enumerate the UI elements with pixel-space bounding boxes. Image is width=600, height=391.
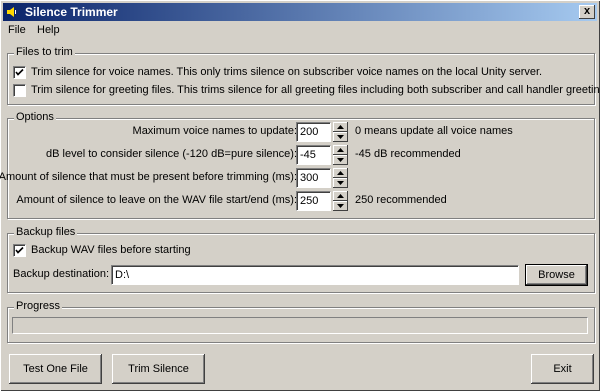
test-one-file-label: Test One File (23, 363, 88, 375)
max-voice-names-spinner[interactable] (333, 122, 348, 142)
spin-down-button[interactable] (333, 132, 348, 142)
arrow-up-icon (337, 125, 344, 129)
silence-trimmer-window: Silence Trimmer x File Help Files to tri… (0, 0, 600, 391)
test-one-file-button[interactable]: Test One File (9, 354, 102, 384)
max-voice-names-label: Maximum voice names to update: (132, 125, 297, 137)
arrow-down-icon (337, 135, 344, 139)
title-bar[interactable]: Silence Trimmer x (3, 3, 597, 21)
backup-files-group: Backup files Backup WAV files before sta… (7, 226, 595, 293)
silence-leave-hint: 250 recommended (355, 194, 447, 206)
voice-names-label[interactable]: Trim silence for voice names. This only … (31, 66, 542, 78)
arrow-up-icon (337, 171, 344, 175)
silence-leave-label: Amount of silence to leave on the WAV fi… (16, 194, 297, 206)
backup-checkbox-label[interactable]: Backup WAV files before starting (31, 244, 191, 256)
backup-files-label: Backup files (14, 226, 78, 238)
silence-leave-input[interactable]: 250 (296, 191, 331, 211)
close-button[interactable]: x (579, 5, 595, 19)
trim-silence-label: Trim Silence (128, 363, 189, 375)
options-group: Options Maximum voice names to update: 2… (0, 111, 595, 219)
greetings-label[interactable]: Trim silence for greeting files. This tr… (31, 84, 600, 96)
max-voice-names-input[interactable]: 200 (296, 122, 331, 142)
arrow-down-icon (337, 204, 344, 208)
arrow-up-icon (337, 148, 344, 152)
backup-destination-label: Backup destination: (13, 268, 110, 280)
exit-button[interactable]: Exit (531, 354, 594, 384)
spin-up-button[interactable] (333, 168, 348, 178)
backup-destination-input[interactable]: D:\ (111, 265, 519, 285)
progress-group: Progress (7, 300, 595, 343)
db-level-hint: -45 dB recommended (355, 148, 461, 160)
spin-up-button[interactable] (333, 145, 348, 155)
db-level-spinner[interactable] (333, 145, 348, 165)
silence-leave-spinner[interactable] (333, 191, 348, 211)
menu-help[interactable]: Help (37, 24, 60, 36)
progress-bar (12, 317, 588, 334)
spin-down-button[interactable] (333, 178, 348, 188)
speaker-icon (7, 7, 16, 17)
checkmark-icon (15, 246, 24, 254)
arrow-down-icon (337, 181, 344, 185)
window-title: Silence Trimmer (25, 5, 118, 19)
spin-down-button[interactable] (333, 201, 348, 211)
voice-names-checkbox[interactable] (13, 66, 26, 79)
close-icon: x (583, 5, 591, 17)
silence-before-input[interactable]: 300 (296, 168, 331, 188)
silence-before-spinner[interactable] (333, 168, 348, 188)
max-voice-names-hint: 0 means update all voice names (355, 125, 513, 137)
files-to-trim-group: Files to trim Trim silence for voice nam… (7, 46, 600, 105)
options-label: Options (14, 111, 56, 123)
arrow-up-icon (337, 194, 344, 198)
spin-up-button[interactable] (333, 122, 348, 132)
spin-up-button[interactable] (333, 191, 348, 201)
trim-silence-button[interactable]: Trim Silence (112, 354, 205, 384)
db-level-input[interactable]: -45 (296, 145, 331, 165)
backup-checkbox[interactable] (13, 244, 26, 257)
browse-button[interactable]: Browse (525, 264, 588, 286)
spin-down-button[interactable] (333, 155, 348, 165)
progress-label: Progress (14, 300, 63, 312)
files-to-trim-label: Files to trim (14, 46, 75, 58)
db-level-label: dB level to consider silence (-120 dB=pu… (46, 148, 297, 160)
exit-label: Exit (553, 363, 572, 375)
browse-button-label: Browse (538, 269, 575, 281)
silence-before-label: Amount of silence that must be present b… (0, 171, 297, 183)
arrow-down-icon (337, 158, 344, 162)
menu-file[interactable]: File (8, 24, 26, 36)
greetings-checkbox[interactable] (13, 84, 26, 97)
checkmark-icon (15, 68, 24, 76)
